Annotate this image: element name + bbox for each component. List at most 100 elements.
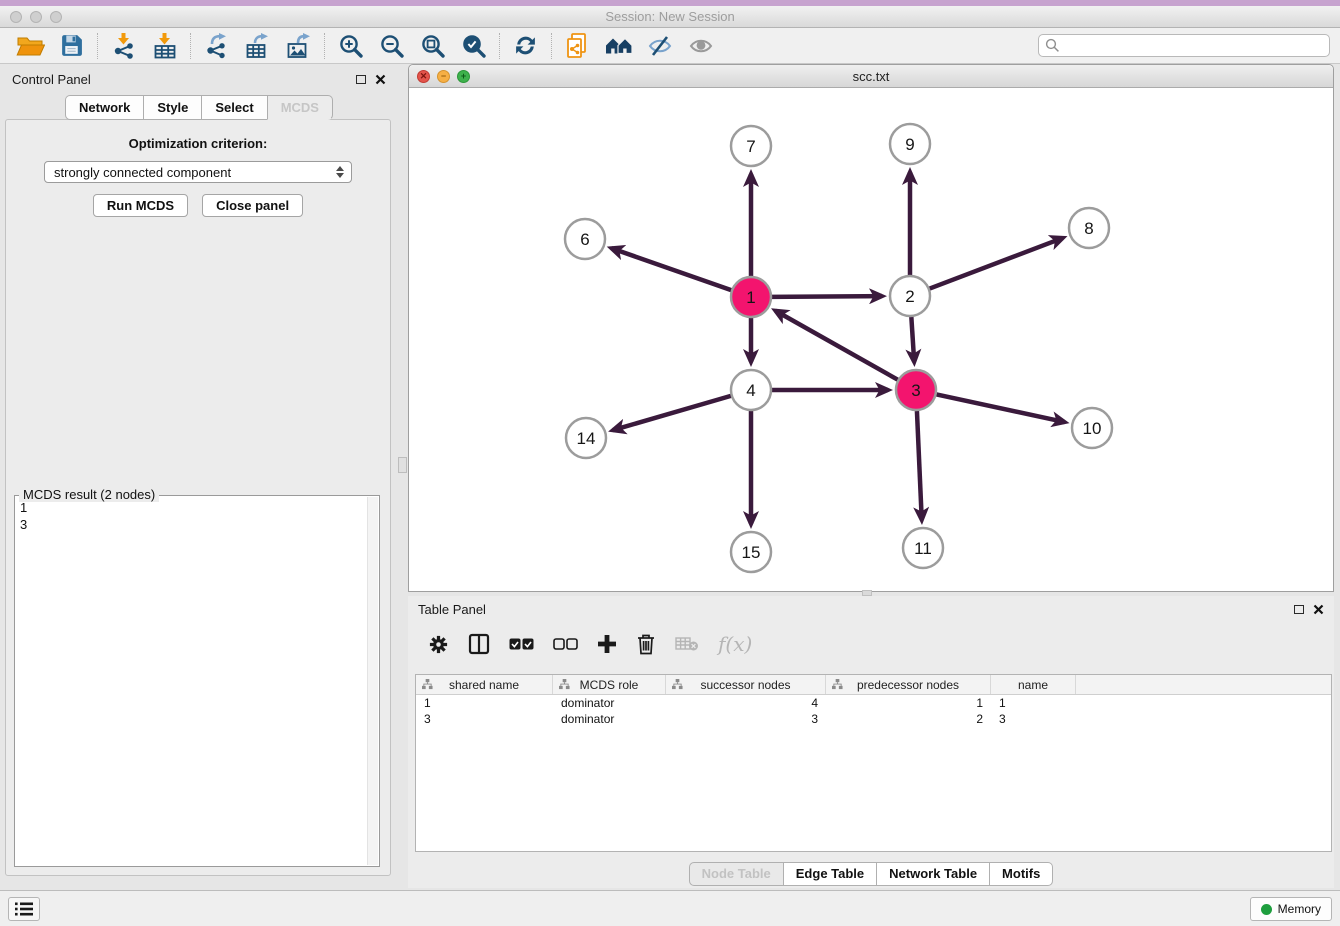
node-table: shared nameMCDS rolesuccessor nodesprede…: [415, 674, 1332, 852]
toolbar-separator: [551, 33, 552, 59]
graph-edge-1-6[interactable]: [611, 248, 731, 290]
zoom-selected-button[interactable]: [453, 31, 494, 61]
graph-node-14[interactable]: 14: [566, 418, 606, 458]
criterion-dropdown[interactable]: strongly connected component: [44, 161, 352, 183]
float-table-panel-icon[interactable]: [1294, 605, 1304, 614]
save-session-button[interactable]: [51, 31, 92, 61]
clone-network-button[interactable]: [557, 31, 598, 61]
graph-edge-3-11[interactable]: [917, 411, 922, 520]
graph-node-1[interactable]: 1: [731, 277, 771, 317]
table-settings-button[interactable]: [428, 634, 449, 655]
graph-node-11[interactable]: 11: [903, 528, 943, 568]
hide-panel-button[interactable]: [639, 31, 680, 61]
add-row-button[interactable]: [597, 634, 617, 654]
memory-button[interactable]: Memory: [1250, 897, 1332, 921]
vertical-splitter-handle[interactable]: [398, 457, 407, 473]
table-cell[interactable]: 3: [991, 712, 1076, 726]
minimize-window-button[interactable]: [30, 11, 42, 23]
run-mcds-button[interactable]: Run MCDS: [93, 194, 188, 217]
column-header-successor-nodes[interactable]: successor nodes: [666, 675, 826, 694]
tab-mcds[interactable]: MCDS: [267, 95, 333, 120]
zoom-in-button[interactable]: [330, 31, 371, 61]
table-cell[interactable]: 4: [666, 696, 826, 710]
delete-row-button[interactable]: [636, 633, 656, 655]
import-table-button[interactable]: [144, 31, 185, 61]
export-image-button[interactable]: [278, 31, 319, 61]
close-panel-icon[interactable]: [375, 74, 386, 85]
graph-edge-3-10[interactable]: [937, 394, 1065, 422]
float-panel-icon[interactable]: [356, 75, 366, 84]
search-box[interactable]: [1038, 34, 1330, 57]
graph-edge-1-2[interactable]: [772, 296, 882, 297]
graph-node-15[interactable]: 15: [731, 532, 771, 572]
tab-network[interactable]: Network: [65, 95, 143, 120]
zoom-fit-button[interactable]: [412, 31, 453, 61]
network-canvas[interactable]: 7 9 6 8 1 2 4 3 14 10 15 11: [409, 88, 1333, 591]
deselect-all-button[interactable]: [553, 638, 578, 651]
graph-node-10[interactable]: 10: [1072, 408, 1112, 448]
show-columns-button[interactable]: [468, 633, 490, 655]
graph-edge-2-3[interactable]: [911, 317, 914, 362]
graph-node-2[interactable]: 2: [890, 276, 930, 316]
graph-edge-4-14[interactable]: [613, 396, 731, 430]
table-cell[interactable]: dominator: [553, 696, 666, 710]
table-cell[interactable]: 1: [991, 696, 1076, 710]
network-maximize-button[interactable]: +: [457, 70, 470, 83]
show-panel-button[interactable]: [680, 31, 721, 61]
network-minimize-button[interactable]: −: [437, 70, 450, 83]
tab-motifs[interactable]: Motifs: [989, 862, 1053, 886]
table-cell[interactable]: 1: [416, 696, 553, 710]
maximize-window-button[interactable]: [50, 11, 62, 23]
refresh-button[interactable]: [505, 31, 546, 61]
graph-edge-3-1[interactable]: [775, 311, 897, 380]
table-cell[interactable]: 3: [666, 712, 826, 726]
close-table-panel-icon[interactable]: [1313, 604, 1324, 615]
close-panel-button[interactable]: Close panel: [202, 194, 303, 217]
table-row[interactable]: 1dominator411: [416, 695, 1331, 711]
search-input[interactable]: [1064, 38, 1323, 53]
column-header-shared-name[interactable]: shared name: [416, 675, 553, 694]
graph-node-9[interactable]: 9: [890, 124, 930, 164]
close-window-button[interactable]: [10, 11, 22, 23]
tab-select[interactable]: Select: [201, 95, 266, 120]
svg-text:3: 3: [911, 381, 920, 400]
control-panel-header: Control Panel: [2, 66, 396, 92]
table-row[interactable]: 3dominator323: [416, 711, 1331, 727]
toolbar-separator: [324, 33, 325, 59]
table-cell[interactable]: dominator: [553, 712, 666, 726]
select-all-button[interactable]: [509, 638, 534, 651]
refresh-icon: [513, 33, 538, 58]
zoom-out-button[interactable]: [371, 31, 412, 61]
eye-slash-icon: [647, 33, 673, 59]
export-network-button[interactable]: [196, 31, 237, 61]
graph-node-7[interactable]: 7: [731, 126, 771, 166]
tab-network-table[interactable]: Network Table: [876, 862, 989, 886]
open-session-button[interactable]: [10, 31, 51, 61]
network-window-titlebar[interactable]: ✕ − + scc.txt: [409, 65, 1333, 88]
graph-node-3[interactable]: 3: [896, 370, 936, 410]
graph-node-8[interactable]: 8: [1069, 208, 1109, 248]
task-history-button[interactable]: [8, 897, 40, 921]
column-header-MCDS-role[interactable]: MCDS role: [553, 675, 666, 694]
tab-node-table[interactable]: Node Table: [689, 862, 783, 886]
graph-node-4[interactable]: 4: [731, 370, 771, 410]
graph-edge-2-8[interactable]: [930, 238, 1063, 289]
main-toolbar: [0, 28, 1340, 64]
export-table-button[interactable]: [237, 31, 278, 61]
tab-style[interactable]: Style: [143, 95, 201, 120]
svg-text:9: 9: [905, 135, 914, 154]
export-image-icon: [286, 33, 312, 59]
column-header-name[interactable]: name: [991, 675, 1076, 694]
table-cell[interactable]: 3: [416, 712, 553, 726]
window-controls[interactable]: [10, 11, 62, 23]
table-panel: Table Panel: [408, 596, 1334, 888]
tab-edge-table[interactable]: Edge Table: [783, 862, 876, 886]
table-cell[interactable]: 2: [826, 712, 991, 726]
home-button[interactable]: [598, 31, 639, 61]
import-network-button[interactable]: [103, 31, 144, 61]
column-header-predecessor-nodes[interactable]: predecessor nodes: [826, 675, 991, 694]
result-scrollbar[interactable]: [367, 497, 378, 865]
graph-node-6[interactable]: 6: [565, 219, 605, 259]
table-cell[interactable]: 1: [826, 696, 991, 710]
network-close-button[interactable]: ✕: [417, 70, 430, 83]
